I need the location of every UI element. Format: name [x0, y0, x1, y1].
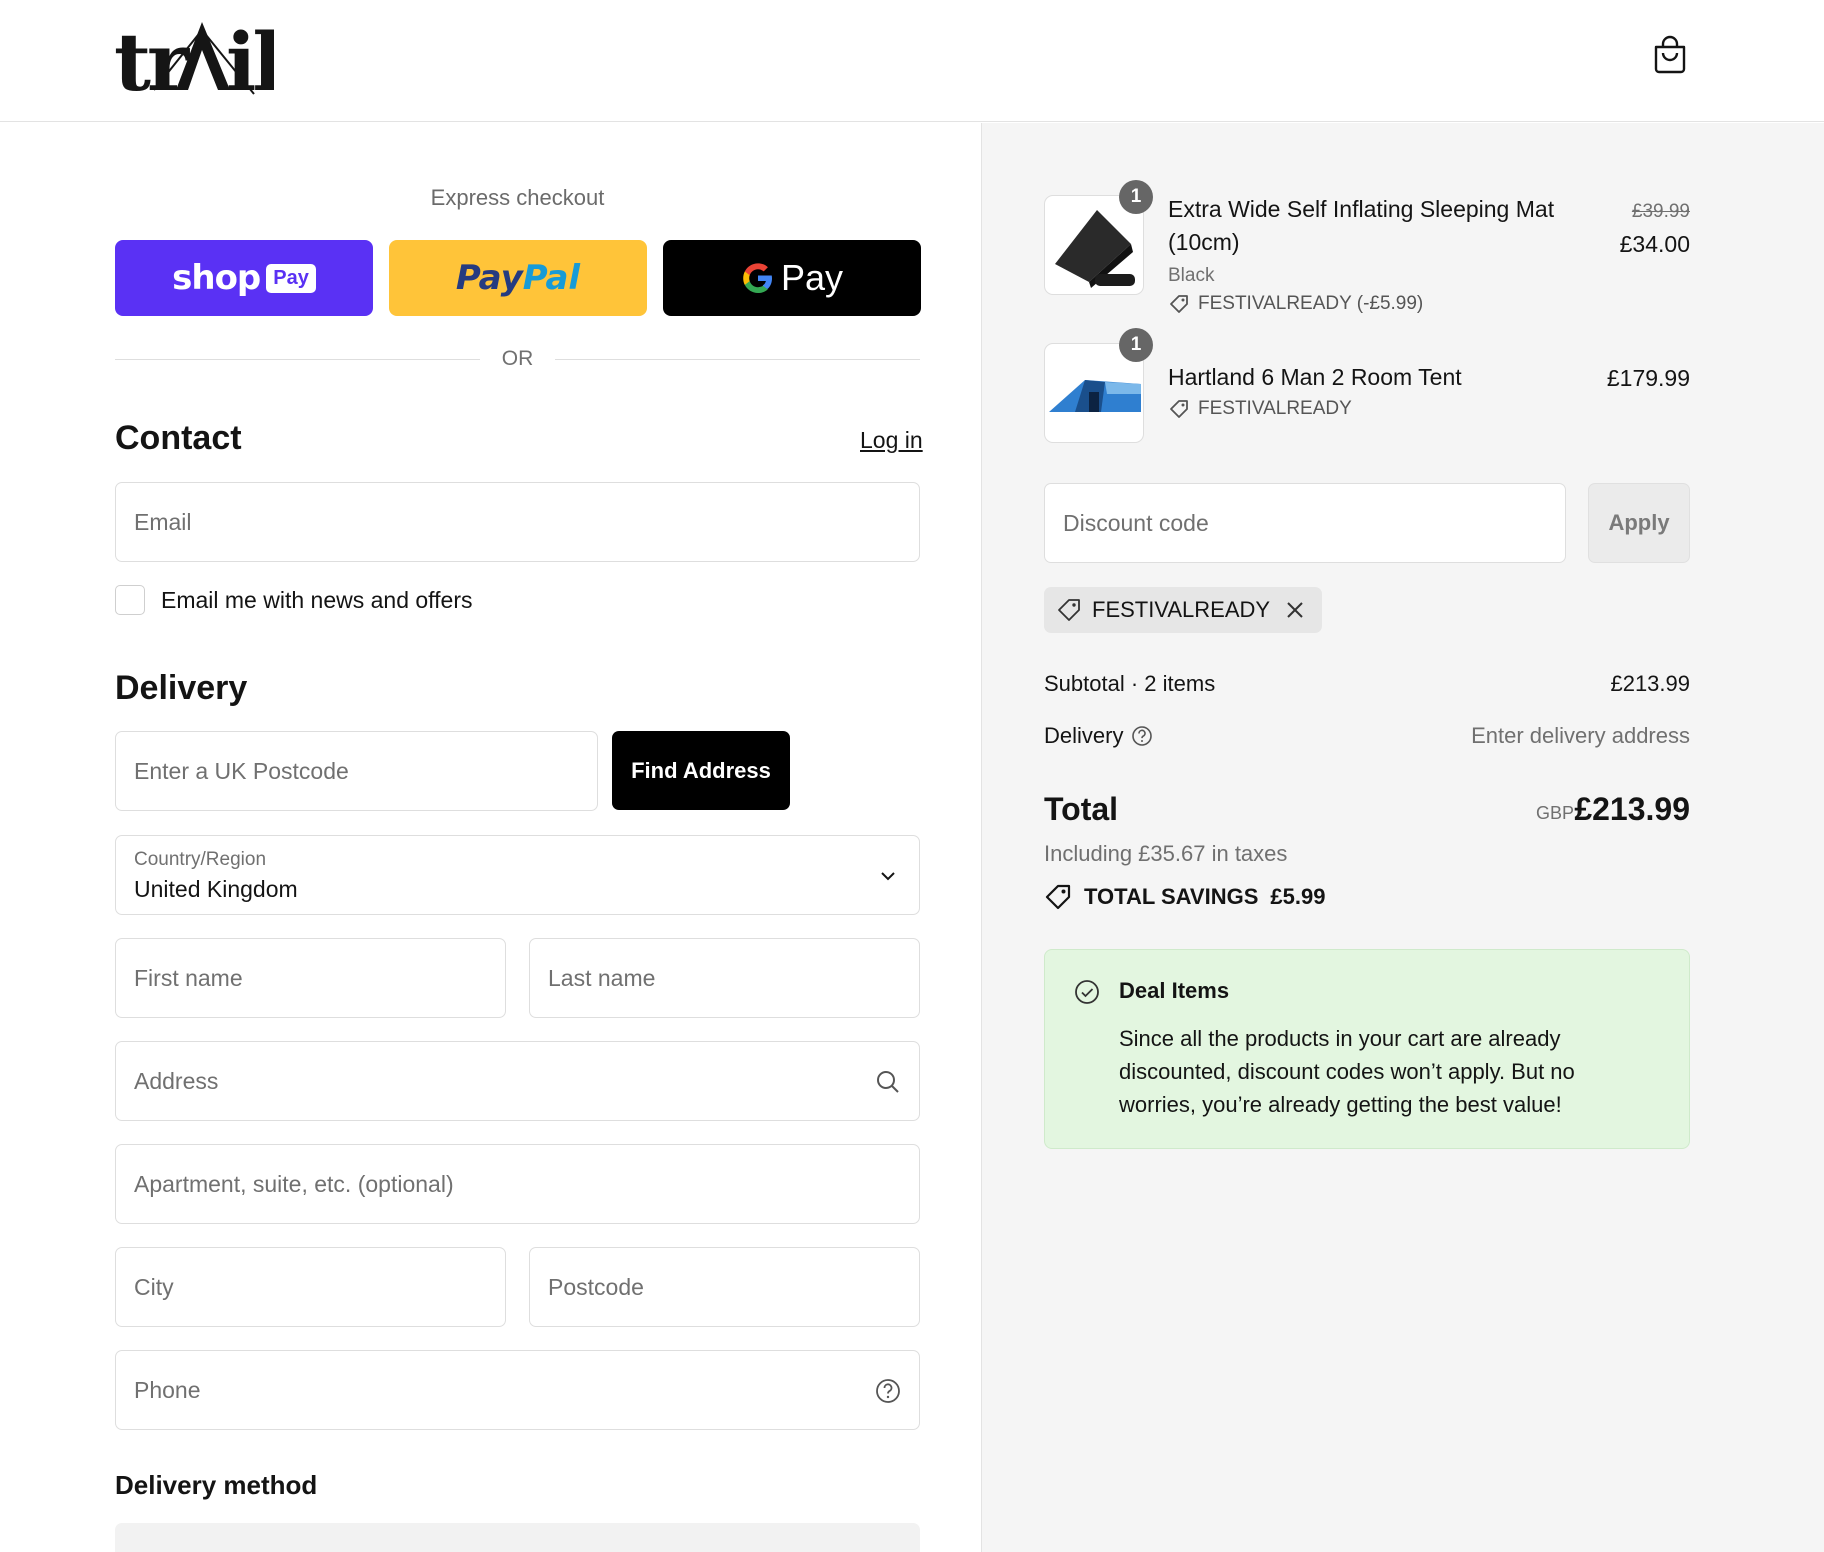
- order-summary: 1 Extra Wide Self Inflating Sleeping Mat…: [981, 123, 1824, 1552]
- delivery-label: Delivery: [1044, 723, 1124, 748]
- paypal-button[interactable]: PayPal: [389, 240, 647, 316]
- help-icon[interactable]: [1131, 725, 1153, 747]
- header: tr il: [0, 0, 1824, 122]
- check-circle-icon: [1075, 980, 1099, 1004]
- subtotal-value: £213.99: [1610, 671, 1690, 696]
- item-price: £34.00: [1619, 231, 1690, 257]
- tag-icon: [1058, 599, 1080, 621]
- item-discount-code-text: FESTIVALREADY (-£5.99): [1198, 293, 1424, 314]
- discount-code-placeholder: Discount code: [1063, 510, 1209, 536]
- item-discount-code: FESTIVALREADY (-£5.99): [1168, 293, 1423, 315]
- quantity-badge: 1: [1119, 328, 1153, 362]
- item-price: £179.99: [1606, 365, 1690, 391]
- shop-pay-wordmark: shop: [172, 258, 261, 298]
- tag-icon: [1170, 295, 1188, 313]
- apartment-field[interactable]: Apartment, suite, etc. (optional): [115, 1144, 920, 1224]
- newsletter-label: Email me with news and offers: [161, 586, 473, 613]
- trail-logo[interactable]: tr il: [114, 16, 274, 96]
- item-discount-code: FESTIVALREADY: [1168, 398, 1352, 420]
- google-pay-label: Pay: [780, 257, 844, 298]
- express-checkout-title: Express checkout: [430, 185, 605, 210]
- postcode-field[interactable]: Postcode: [529, 1247, 920, 1327]
- chevron-down-icon: [881, 872, 895, 881]
- google-pay-button[interactable]: Pay: [663, 240, 921, 316]
- phone-placeholder: Phone: [134, 1377, 201, 1403]
- country-label: Country/Region: [134, 849, 267, 870]
- help-icon[interactable]: [875, 1378, 901, 1404]
- search-icon: [877, 1071, 899, 1093]
- total-label: Total: [1044, 791, 1119, 827]
- delivery-row: Delivery: [1044, 723, 1153, 749]
- item-variant: Black: [1168, 265, 1215, 286]
- total-savings: TOTAL SAVINGS £5.99: [1044, 883, 1325, 911]
- city-placeholder: City: [134, 1274, 174, 1300]
- or-line-right: [555, 359, 920, 360]
- last-name-field[interactable]: Last name: [529, 938, 920, 1018]
- delivery-title: Delivery: [115, 669, 248, 707]
- deal-message: Since all the products in your cart are …: [1119, 1026, 1575, 1117]
- subtotal-label: Subtotal · 2 items: [1044, 671, 1216, 696]
- phone-field[interactable]: Phone: [115, 1350, 920, 1430]
- postcode-placeholder: Postcode: [548, 1274, 644, 1300]
- close-icon[interactable]: [1284, 599, 1306, 621]
- shopping-bag-icon[interactable]: [1652, 34, 1688, 74]
- apply-discount-button[interactable]: Apply: [1588, 483, 1690, 563]
- google-g-icon: [743, 263, 772, 293]
- tax-line: Including £35.67 in taxes: [1044, 841, 1288, 866]
- apartment-placeholder: Apartment, suite, etc. (optional): [134, 1171, 454, 1197]
- email-field[interactable]: Email: [115, 482, 920, 562]
- checkout-form: Express checkout shop Pay PayPal Pay OR …: [0, 123, 981, 1552]
- item-discount-code-text: FESTIVALREADY: [1198, 398, 1352, 419]
- item-title: Hartland 6 Man 2 Room Tent: [1168, 364, 1462, 390]
- newsletter-option: Email me with news and offers: [115, 585, 473, 615]
- delivery-method-box: [115, 1523, 920, 1552]
- item-title-line1: Extra Wide Self Inflating Sleeping Mat: [1168, 196, 1555, 222]
- savings-value: £5.99: [1270, 884, 1326, 909]
- or-divider: OR: [115, 345, 920, 375]
- delivery-value: Enter delivery address: [1471, 723, 1690, 748]
- address-field[interactable]: Address: [115, 1041, 920, 1121]
- city-field[interactable]: City: [115, 1247, 506, 1327]
- postcode-lookup-field[interactable]: Enter a UK Postcode: [115, 731, 598, 811]
- address-placeholder: Address: [134, 1068, 219, 1094]
- savings-label: TOTAL SAVINGS: [1084, 884, 1259, 909]
- login-link[interactable]: Log in: [860, 427, 923, 454]
- discount-code-field[interactable]: Discount code: [1044, 483, 1566, 563]
- currency-code: GBP: [1535, 803, 1574, 823]
- applied-discount-code: FESTIVALREADY: [1092, 597, 1271, 622]
- item-title: Extra Wide Self Inflating Sleeping Mat (…: [1168, 193, 1588, 259]
- quantity-badge: 1: [1119, 180, 1153, 214]
- item-original-price: £39.99: [1631, 201, 1690, 222]
- paypal-wordmark: PayPal: [456, 258, 580, 298]
- email-placeholder: Email: [134, 509, 192, 535]
- total-value: £213.99: [1574, 791, 1690, 827]
- item-title-line2: (10cm): [1168, 229, 1240, 255]
- trail-logo-mark: tr il: [114, 16, 274, 96]
- postcode-lookup-placeholder: Enter a UK Postcode: [134, 758, 349, 784]
- delivery-method-title: Delivery method: [115, 1470, 318, 1500]
- deal-items-notice: Deal Items Since all the products in you…: [1044, 949, 1690, 1149]
- last-name-placeholder: Last name: [548, 965, 656, 991]
- contact-title: Contact: [115, 419, 242, 457]
- deal-title: Deal Items: [1119, 978, 1230, 1003]
- paypal-word-part1: Pay: [455, 258, 523, 298]
- shop-pay-badge: Pay: [266, 263, 316, 293]
- svg-text:il: il: [226, 16, 274, 96]
- first-name-placeholder: First name: [134, 965, 243, 991]
- country-select[interactable]: Country/Region United Kingdom: [115, 835, 920, 915]
- paypal-word-part2: Pal: [522, 258, 581, 298]
- savings-tag-icon: [1045, 884, 1071, 910]
- applied-discount-chip: FESTIVALREADY: [1044, 587, 1323, 633]
- find-address-button[interactable]: Find Address: [612, 731, 790, 810]
- country-value: United Kingdom: [134, 876, 298, 902]
- newsletter-checkbox[interactable]: [115, 585, 145, 615]
- first-name-field[interactable]: First name: [115, 938, 506, 1018]
- shop-pay-button[interactable]: shop Pay: [115, 240, 373, 316]
- tag-icon: [1170, 400, 1188, 418]
